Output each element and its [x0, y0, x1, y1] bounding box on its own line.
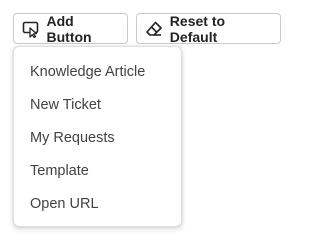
menu-item-label: Open URL — [30, 195, 99, 212]
eraser-icon — [145, 19, 164, 39]
menu-item-label: Knowledge Article — [30, 63, 146, 80]
menu-item-label: New Ticket — [30, 96, 101, 113]
reset-to-default-button[interactable]: Reset to Default — [136, 12, 281, 45]
menu-item-new-ticket[interactable]: New Ticket — [14, 88, 181, 121]
reset-button-label: Reset to Default — [169, 12, 226, 45]
add-button-icon — [22, 19, 41, 39]
menu-item-open-url[interactable]: Open URL — [14, 187, 181, 220]
add-button[interactable]: Add Button — [13, 12, 128, 45]
add-button-dropdown-menu: Knowledge Article New Ticket My Requests… — [13, 46, 182, 227]
add-button-label: Add Button — [46, 12, 92, 45]
menu-item-label: My Requests — [30, 129, 115, 146]
menu-item-template[interactable]: Template — [14, 154, 181, 187]
menu-item-label: Template — [30, 162, 89, 179]
menu-item-knowledge-article[interactable]: Knowledge Article — [14, 55, 181, 88]
toolbar-area: Add Button Reset to Default Knowledge Ar… — [0, 0, 301, 247]
menu-item-my-requests[interactable]: My Requests — [14, 121, 181, 154]
